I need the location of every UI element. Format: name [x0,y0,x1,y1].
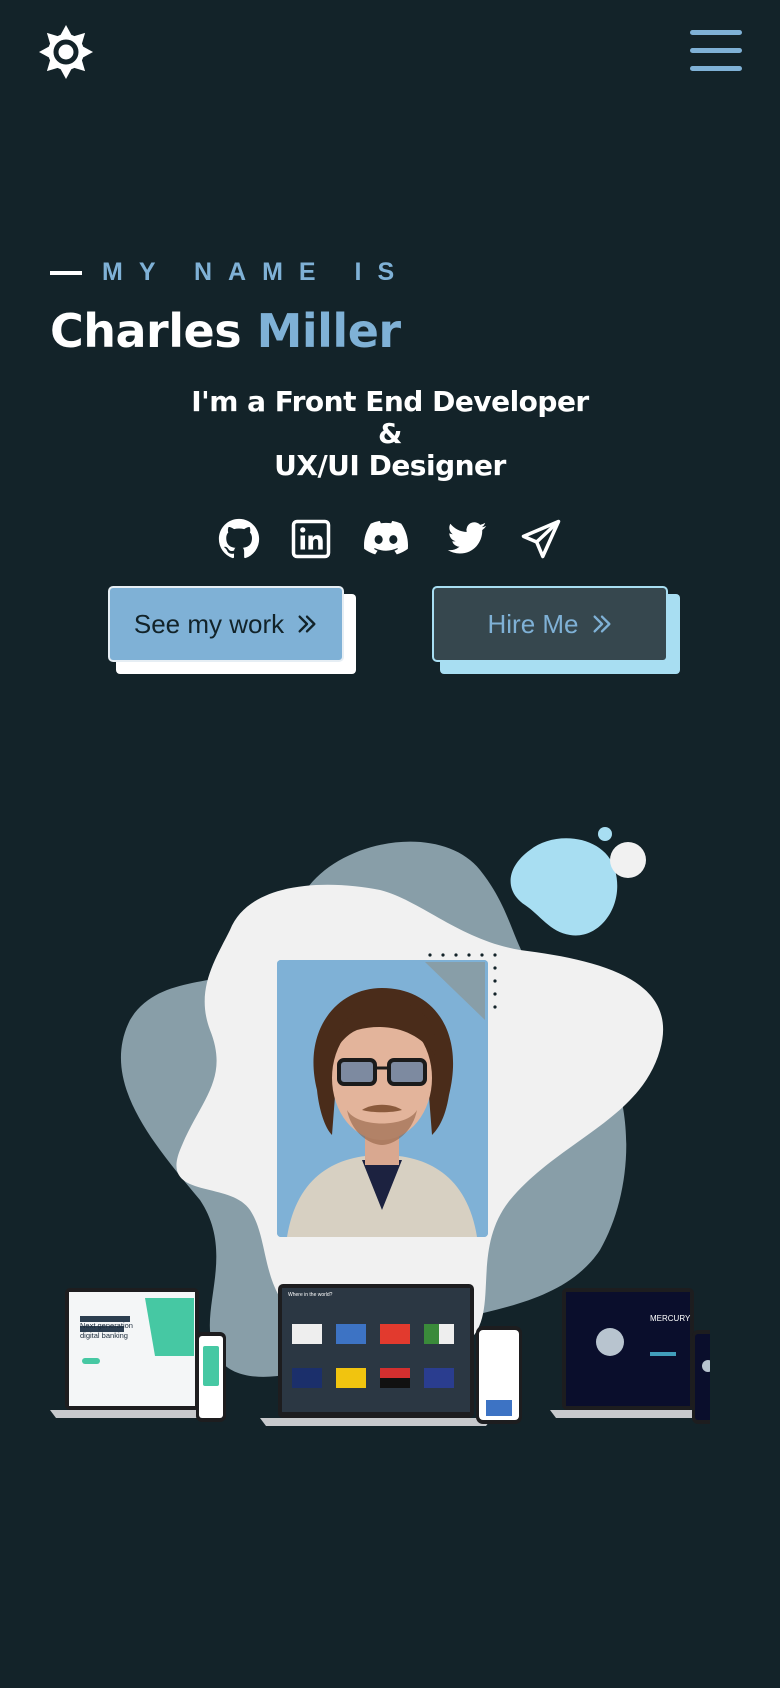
top-bar [0,0,780,110]
telegram-icon [521,519,561,559]
banking-caption-1: Next generation [80,1321,133,1330]
profile-photo [277,960,488,1237]
hire-me-button[interactable]: Hire Me [432,586,668,662]
device-mockups: Next generation digital banking Where in… [50,1284,710,1426]
planets-caption: MERCURY [650,1314,691,1323]
role-line-3: UX/UI Designer [274,449,506,482]
hire-me-wrapper: Hire Me [432,586,680,674]
hero-name: Charles Miller [50,304,401,358]
countries-caption: Where in the world? [288,1292,333,1298]
first-name: Charles [50,304,242,358]
see-my-work-button[interactable]: See my work [108,586,344,662]
twitter-link[interactable] [446,518,488,560]
accent-blob [510,838,618,936]
see-work-wrapper: See my work [108,586,356,674]
menu-bar-icon [690,66,742,71]
eyebrow-text: MY NAME IS [102,258,411,286]
laptop-planets: MERCURY [550,1288,710,1424]
linkedin-icon [291,519,331,559]
discord-link[interactable] [364,518,409,560]
sun-icon [39,25,93,79]
twitter-icon [447,522,487,554]
menu-bar-icon [690,48,742,53]
role-line-1: I'm a Front End Developer [191,385,589,418]
menu-bar-icon [690,30,742,35]
github-icon [218,518,260,559]
see-my-work-label: See my work [133,608,285,639]
linkedin-link[interactable] [290,518,332,560]
theme-toggle-button[interactable] [38,24,94,80]
portrait-illustration [277,960,488,1237]
bubble-large [610,842,646,878]
laptop-countries: Where in the world? [260,1284,522,1426]
role-line-2: & [378,417,402,450]
eyebrow-dash [50,270,82,275]
hire-me-label: Hire Me [487,608,579,639]
bubble-small [598,827,612,841]
discord-icon [364,520,409,555]
social-links [0,518,780,566]
banking-caption-2: digital banking [80,1331,128,1340]
double-chevron-right-icon [592,615,611,633]
menu-button[interactable] [690,28,742,74]
intro-eyebrow: MY NAME IS [50,258,750,287]
laptop-banking: Next generation digital banking [50,1288,226,1422]
github-link[interactable] [218,518,260,560]
telegram-link[interactable] [520,518,562,560]
double-chevron-right-icon [298,615,316,633]
last-name: Miller [256,304,401,358]
